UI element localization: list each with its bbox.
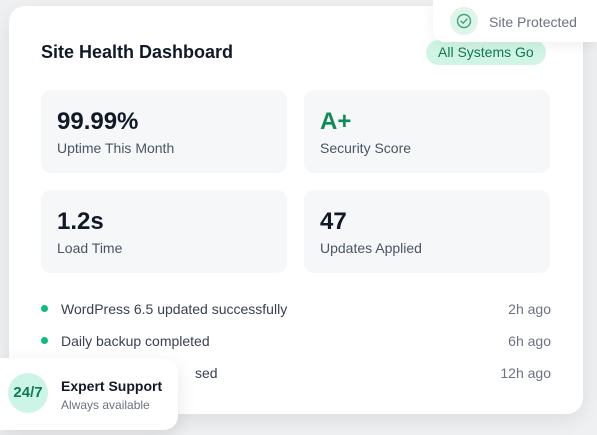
stat-value: 47	[320, 208, 347, 235]
support-title: Expert Support	[61, 378, 163, 394]
site-health-card: Site Health Dashboard All Systems Go 99.…	[9, 6, 583, 414]
protected-text: Site Protected	[489, 14, 577, 30]
site-protected-badge: Site Protected	[433, 0, 597, 42]
status-pill: All Systems Go	[426, 40, 546, 65]
stat-card-security: A+ Security Score	[304, 90, 550, 173]
support-hours-badge: 24/7	[8, 373, 48, 413]
stat-value: 99.99%	[57, 108, 139, 135]
stat-value: 1.2s	[57, 208, 104, 235]
status-dot-icon	[41, 337, 48, 344]
activity-item: Daily backup completed 6h ago	[41, 331, 551, 351]
activity-text: sed	[195, 365, 218, 381]
activity-item: WordPress 6.5 updated successfully 2h ag…	[41, 299, 551, 319]
stat-value: A+	[320, 108, 352, 135]
stat-card-updates: 47 Updates Applied	[304, 190, 550, 273]
stat-label: Security Score	[320, 140, 412, 156]
stat-card-uptime: 99.99% Uptime This Month	[41, 90, 287, 173]
expert-support-badge: 24/7 Expert Support Always available	[0, 358, 178, 430]
stat-label: Updates Applied	[320, 240, 422, 256]
activity-time: 6h ago	[508, 333, 551, 349]
activity-time: 2h ago	[508, 301, 551, 317]
support-subtitle: Always available	[61, 398, 150, 412]
activity-text: Daily backup completed	[61, 333, 210, 349]
activity-text: WordPress 6.5 updated successfully	[61, 301, 288, 317]
activity-time: 12h ago	[500, 365, 551, 381]
dashboard-title: Site Health Dashboard	[41, 42, 234, 62]
stat-label: Load Time	[57, 240, 123, 256]
stage: Site Health Dashboard All Systems Go 99.…	[0, 0, 597, 435]
check-circle-icon	[450, 7, 478, 35]
status-dot-icon	[41, 305, 48, 312]
stat-card-load-time: 1.2s Load Time	[41, 190, 287, 273]
stat-label: Uptime This Month	[57, 140, 175, 156]
